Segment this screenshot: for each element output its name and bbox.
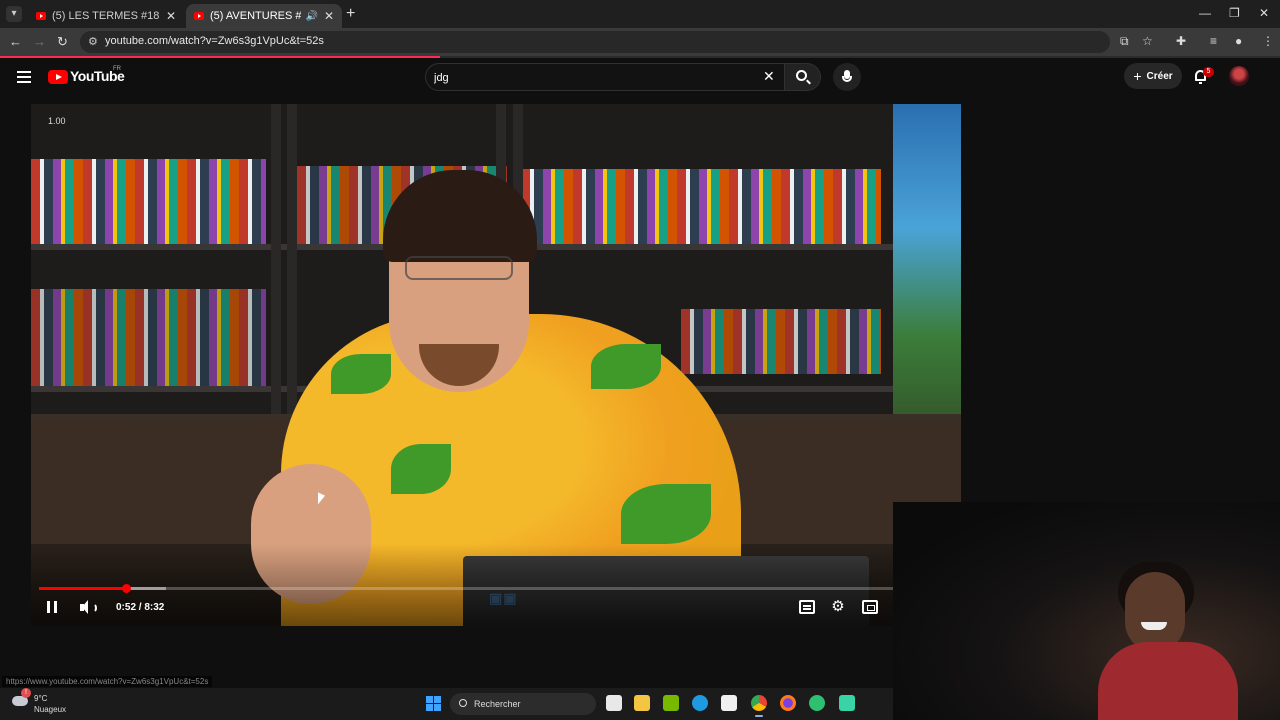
firefox-icon[interactable] (780, 695, 796, 711)
restore-icon[interactable]: ❐ (1229, 6, 1240, 20)
video-frame-leaf (591, 344, 661, 389)
controls-gradient (31, 544, 961, 626)
time-display: 0:52 / 8:32 (116, 602, 165, 613)
mic-icon (842, 70, 852, 82)
voice-search-button[interactable] (833, 63, 861, 91)
webcam-shirt (1098, 642, 1238, 720)
url-text[interactable]: youtube.com/watch?v=Zw6s3g1VpUc&t=52s (105, 35, 324, 47)
volume-icon[interactable] (80, 600, 97, 615)
create-label: Créer (1146, 70, 1173, 82)
tab-search-chevron-icon[interactable]: ▾ (6, 6, 22, 22)
webcam-overlay (893, 502, 1280, 720)
youtube-favicon-icon (194, 12, 204, 20)
site-info-icon[interactable]: ⚙ (88, 35, 98, 48)
theater-mode-icon[interactable] (862, 600, 878, 614)
progress-bar[interactable] (39, 584, 894, 593)
settings-icon[interactable]: ⚙ (830, 599, 846, 614)
notification-badge: 5 (1203, 67, 1214, 77)
browser-tab-strip: ▾ (5) LES TERMES #18 avec la Te ✕ (5) AV… (0, 0, 1280, 28)
webcam-smile (1141, 622, 1167, 630)
taskbar-search-label: Rechercher (474, 699, 521, 709)
weather-temp[interactable]: 9°C (34, 694, 47, 703)
webcam-face (1125, 572, 1185, 652)
menu-icon[interactable] (17, 71, 31, 83)
scrubber-handle[interactable] (121, 584, 131, 593)
video-frame-books (31, 159, 266, 244)
install-app-icon[interactable]: ⧉ (1120, 34, 1129, 49)
address-bar[interactable]: ⚙ youtube.com/watch?v=Zw6s3g1VpUc&t=52s (80, 31, 1110, 53)
create-button[interactable]: + Créer (1124, 63, 1182, 89)
taskbar-search[interactable]: Rechercher (450, 693, 596, 715)
minimize-icon[interactable]: — (1199, 6, 1211, 20)
chrome-icon[interactable] (751, 695, 767, 717)
playback-speed: 1.00 (48, 116, 66, 126)
video-frame-books (681, 309, 881, 374)
video-frame-books (31, 289, 266, 389)
pause-icon[interactable] (47, 601, 57, 613)
search-input[interactable] (434, 69, 754, 87)
taskbar: 9°C Nuageux Rechercher (0, 688, 893, 720)
video-frame-pillar (287, 104, 297, 434)
video-frame-leaf (331, 354, 391, 394)
search-box[interactable] (425, 63, 785, 91)
status-bar-url: https://www.youtube.com/watch?v=Zw6s3g1V… (2, 676, 213, 687)
file-explorer-icon[interactable] (634, 695, 650, 711)
edge-dev-icon[interactable] (809, 695, 825, 711)
search-icon (796, 70, 807, 81)
clear-search-icon[interactable]: ✕ (763, 68, 775, 85)
browser-toolbar: ← → ↻ ⚙ youtube.com/watch?v=Zw6s3g1VpUc&… (0, 28, 1280, 56)
task-view-icon[interactable] (606, 695, 622, 711)
avatar[interactable] (1229, 66, 1249, 86)
back-arrow-icon[interactable]: ← (9, 34, 22, 49)
tab-title: (5) AVENTURES #0 - Tutoria (210, 10, 302, 22)
close-tab-icon[interactable]: ✕ (166, 9, 176, 23)
profile-icon[interactable]: ● (1235, 34, 1242, 48)
close-tab-icon[interactable]: ✕ (324, 9, 334, 23)
nvidia-icon[interactable] (663, 695, 679, 711)
plus-icon: + (1133, 68, 1142, 84)
weather-desc[interactable]: Nuageux (34, 705, 66, 714)
browser-menu-icon[interactable]: ⋮ (1262, 34, 1274, 48)
tab-title: (5) LES TERMES #18 avec la Te (52, 10, 160, 22)
subtitles-icon[interactable] (799, 600, 815, 614)
media-app-icon[interactable] (839, 695, 855, 711)
windows-start-icon[interactable] (426, 696, 441, 711)
played-bar (39, 587, 126, 590)
video-frame-poster (893, 104, 961, 414)
forward-arrow-icon[interactable]: → (33, 34, 46, 49)
video-frame-leaf (621, 484, 711, 544)
extensions-icon[interactable]: ✚ (1176, 34, 1186, 48)
new-tab-button[interactable]: + (346, 5, 355, 23)
media-controls-icon[interactable]: ≡ (1210, 34, 1217, 48)
close-window-icon[interactable]: ✕ (1259, 6, 1269, 20)
edge-icon[interactable] (692, 695, 708, 711)
browser-tab-aventures[interactable]: (5) AVENTURES #0 - Tutoria 🔊 ✕ (186, 4, 342, 28)
youtube-logo-icon[interactable] (48, 70, 68, 84)
youtube-favicon-icon (36, 12, 46, 20)
search-icon (459, 699, 467, 707)
bookmark-star-icon[interactable]: ☆ (1142, 34, 1153, 48)
reload-icon[interactable]: ↻ (57, 34, 68, 50)
audio-playing-icon[interactable]: 🔊 (305, 11, 317, 22)
video-player[interactable]: ▣▣ 1.00 0:52 / 8:32 ⚙ (31, 104, 961, 626)
video-frame-glasses (405, 256, 513, 280)
country-code: FR (113, 66, 121, 72)
store-icon[interactable] (721, 695, 737, 711)
video-frame-leaf (391, 444, 451, 494)
video-frame-books (521, 169, 881, 247)
youtube-masthead: YouTube FR ✕ + Créer 5 (0, 58, 1280, 98)
weather-cloud-icon[interactable] (12, 688, 31, 706)
browser-tab-les-termes[interactable]: (5) LES TERMES #18 avec la Te ✕ (28, 4, 184, 28)
video-frame-pillar (271, 104, 281, 434)
search-button[interactable] (785, 63, 821, 91)
